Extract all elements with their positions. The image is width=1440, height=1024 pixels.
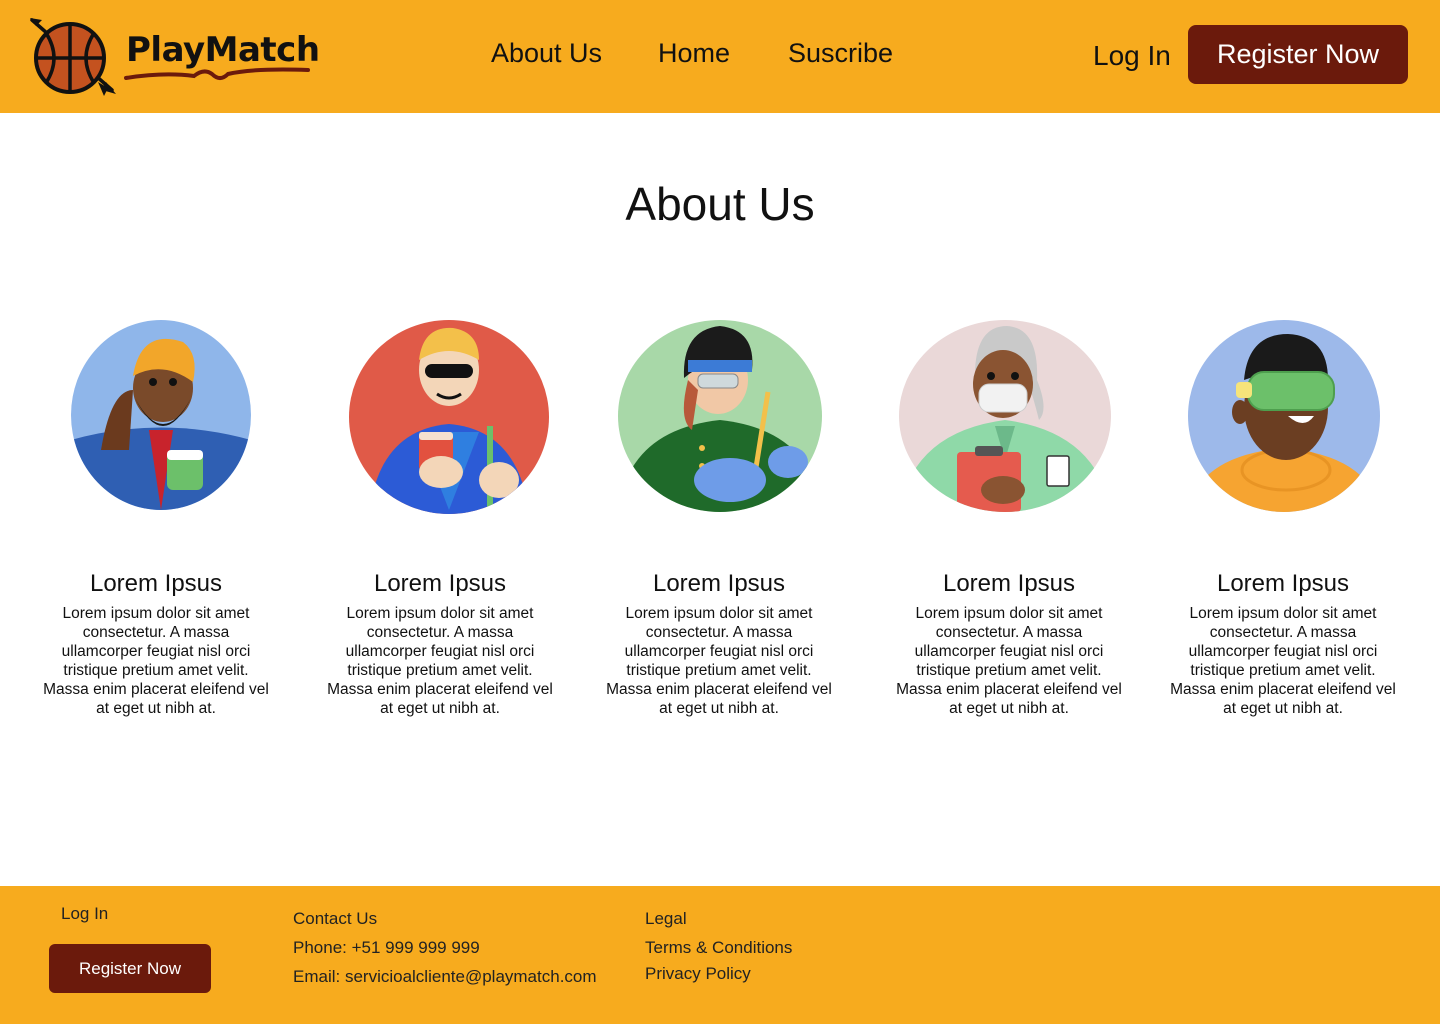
contact-email: Email: servicioalcliente@playmatch.com bbox=[293, 967, 597, 986]
footer-contact: Contact Us Phone: +51 999 999 999 Email:… bbox=[293, 904, 597, 991]
man-vr-headset-avatar-icon bbox=[1188, 320, 1380, 512]
basketball-arrow-icon bbox=[30, 18, 116, 96]
brand-underline bbox=[124, 67, 310, 80]
member-name: Lorem Ipsus bbox=[1216, 570, 1350, 597]
login-link[interactable]: Log In bbox=[1093, 40, 1171, 72]
site-header: PlayMatch About Us Home Suscribe Log In … bbox=[0, 0, 1440, 113]
legal-title: Legal bbox=[645, 909, 687, 928]
member-description: Lorem ipsum dolor sit amet consectetur. … bbox=[43, 605, 269, 717]
nurse-avatar-icon bbox=[899, 320, 1111, 512]
member-description: Lorem ipsum dolor sit amet consectetur. … bbox=[896, 605, 1122, 717]
nav-home[interactable]: Home bbox=[658, 38, 730, 69]
man-turban-avatar-icon bbox=[71, 320, 251, 510]
member-description: Lorem ipsum dolor sit amet consectetur. … bbox=[327, 605, 553, 717]
site-footer: Log In Register Now Contact Us Phone: +5… bbox=[0, 886, 1440, 1024]
avatar bbox=[899, 320, 1111, 512]
avatar bbox=[618, 320, 822, 512]
avatar bbox=[1188, 320, 1380, 512]
member-description: Lorem ipsum dolor sit amet consectetur. … bbox=[1170, 605, 1396, 717]
footer-login-link[interactable]: Log In bbox=[61, 904, 108, 924]
member-name: Lorem Ipsus bbox=[652, 570, 786, 597]
welder-avatar-icon bbox=[618, 320, 822, 512]
man-sunglasses-avatar-icon bbox=[349, 320, 549, 514]
member-name: Lorem Ipsus bbox=[942, 570, 1076, 597]
avatar bbox=[71, 320, 251, 510]
footer-legal: Legal Terms & Conditions Privacy Policy bbox=[645, 904, 792, 988]
member-name: Lorem Ipsus bbox=[373, 570, 507, 597]
contact-title: Contact Us bbox=[293, 909, 378, 928]
page-title: About Us bbox=[625, 178, 815, 230]
brand-name[interactable]: PlayMatch bbox=[126, 30, 320, 70]
nav-subscribe[interactable]: Suscribe bbox=[788, 38, 893, 69]
terms-link[interactable]: Terms & Conditions bbox=[645, 933, 792, 962]
register-now-button[interactable]: Register Now bbox=[1188, 25, 1408, 84]
privacy-link[interactable]: Privacy Policy bbox=[645, 959, 792, 988]
nav-about-us[interactable]: About Us bbox=[491, 38, 602, 69]
avatar bbox=[349, 320, 549, 514]
footer-register-now-button[interactable]: Register Now bbox=[49, 944, 211, 993]
contact-phone: Phone: +51 999 999 999 bbox=[293, 938, 480, 957]
member-name: Lorem Ipsus bbox=[89, 570, 223, 597]
member-description: Lorem ipsum dolor sit amet consectetur. … bbox=[606, 605, 832, 717]
